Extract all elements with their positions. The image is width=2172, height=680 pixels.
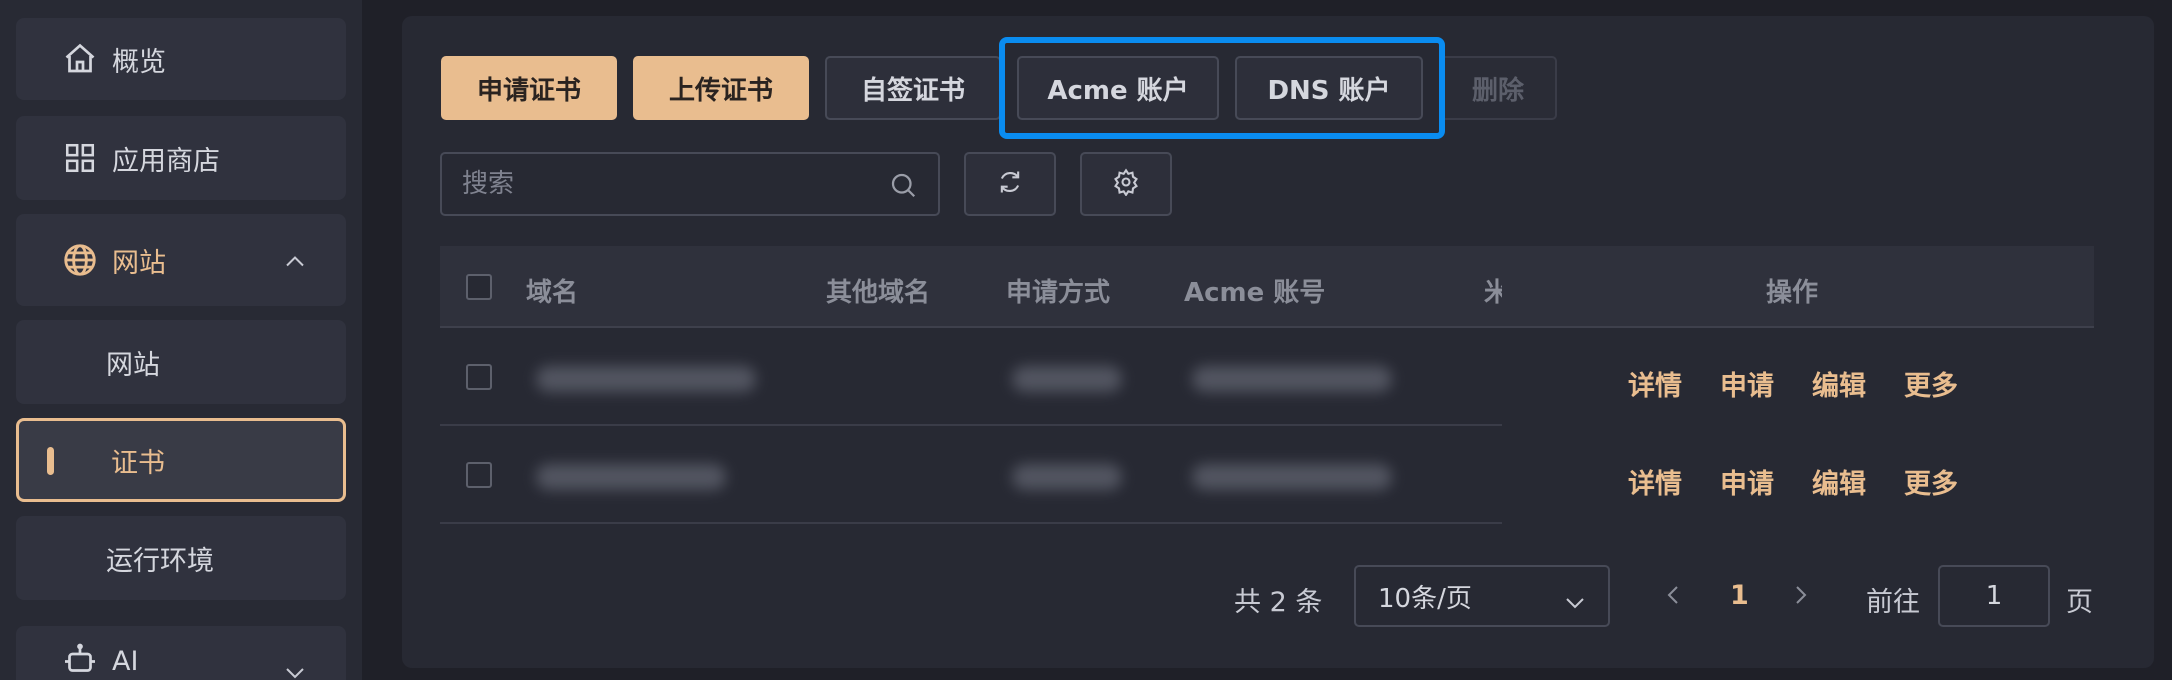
delete-button[interactable]: 删除: [1439, 56, 1557, 120]
refresh-icon: [996, 168, 1024, 200]
current-page-number[interactable]: 1: [1730, 580, 1749, 611]
acme-account-cell-redacted: [1192, 464, 1392, 490]
search-input[interactable]: [462, 169, 882, 199]
sidebar-item-label: 概览: [112, 46, 166, 78]
row-more-link[interactable]: 更多: [1904, 462, 1958, 501]
row-apply-link[interactable]: 申请: [1720, 364, 1774, 403]
column-header-actions: 操作: [1766, 278, 1819, 308]
select-all-checkbox[interactable]: [466, 274, 492, 300]
chevron-up-icon: [284, 245, 306, 276]
sidebar-item-label: AI: [112, 646, 139, 677]
goto-page-input[interactable]: 1: [1938, 565, 2050, 627]
column-header-truncated[interactable]: 米: [1484, 272, 1502, 309]
sidebar-item-overview[interactable]: 概览: [16, 18, 346, 100]
goto-label: 前往: [1866, 587, 1920, 618]
row-edit-link[interactable]: 编辑: [1812, 462, 1866, 501]
prev-page-icon[interactable]: [1666, 582, 1680, 613]
chevron-down-icon: [1564, 587, 1586, 617]
page-size-select[interactable]: 10条/页: [1354, 565, 1610, 627]
sidebar-item-label: 应用商店: [112, 145, 220, 177]
row-edit-link[interactable]: 编辑: [1812, 364, 1866, 403]
acme-account-cell-redacted: [1192, 366, 1392, 392]
apply-method-cell-redacted: [1012, 366, 1122, 392]
grid-icon: [60, 138, 100, 178]
search-box: [440, 152, 940, 216]
globe-icon: [60, 240, 100, 280]
apply-method-cell-redacted: [1012, 464, 1122, 490]
chevron-down-icon: [284, 656, 306, 680]
column-header-domain[interactable]: 域名: [526, 272, 578, 309]
sidebar-item-website-group[interactable]: 网站: [16, 214, 346, 306]
domain-cell-redacted: [536, 366, 756, 392]
pagination-total: 共 2 条: [1234, 587, 1323, 618]
sidebar: 概览 应用商店 网站 网站 证书 运行环境 AI: [0, 0, 362, 680]
column-header-acme-account[interactable]: Acme 账号: [1184, 272, 1325, 309]
sidebar-item-label: 网站: [106, 349, 160, 381]
page-size-value: 10条/页: [1378, 583, 1472, 614]
domain-cell-redacted: [536, 464, 726, 490]
sidebar-item-ai[interactable]: AI: [16, 626, 346, 680]
highlight-box: [999, 37, 1445, 139]
page-suffix-label: 页: [2066, 587, 2093, 618]
sidebar-item-website[interactable]: 网站: [16, 320, 346, 404]
column-header-other-domains[interactable]: 其他域名: [826, 272, 930, 309]
sidebar-item-label: 运行环境: [106, 545, 214, 577]
settings-button[interactable]: [1080, 152, 1172, 216]
sidebar-item-runtime[interactable]: 运行环境: [16, 516, 346, 600]
search-icon[interactable]: [888, 170, 918, 204]
sidebar-item-app-store[interactable]: 应用商店: [16, 116, 346, 200]
sidebar-item-label: 证书: [111, 447, 165, 479]
table-header: 域名 其他域名 申请方式 Acme 账号 米 操作: [440, 246, 2094, 328]
column-header-apply-method[interactable]: 申请方式: [1006, 272, 1110, 309]
home-icon: [60, 39, 100, 79]
robot-icon: [60, 640, 100, 680]
row-more-link[interactable]: 更多: [1904, 364, 1958, 403]
self-signed-certificate-button[interactable]: 自签证书: [825, 56, 1001, 120]
refresh-button[interactable]: [964, 152, 1056, 216]
sidebar-item-label: 网站: [112, 247, 166, 279]
next-page-icon[interactable]: [1794, 582, 1808, 613]
row-detail-link[interactable]: 详情: [1628, 462, 1682, 501]
gear-icon: [1112, 168, 1140, 200]
row-checkbox[interactable]: [466, 364, 492, 390]
active-indicator: [47, 447, 54, 475]
apply-certificate-button[interactable]: 申请证书: [441, 56, 617, 120]
row-checkbox[interactable]: [466, 462, 492, 488]
upload-certificate-button[interactable]: 上传证书: [633, 56, 809, 120]
fixed-actions-column: [1502, 328, 2094, 524]
row-apply-link[interactable]: 申请: [1720, 462, 1774, 501]
sidebar-item-certificate[interactable]: 证书: [16, 418, 346, 502]
row-detail-link[interactable]: 详情: [1628, 364, 1682, 403]
